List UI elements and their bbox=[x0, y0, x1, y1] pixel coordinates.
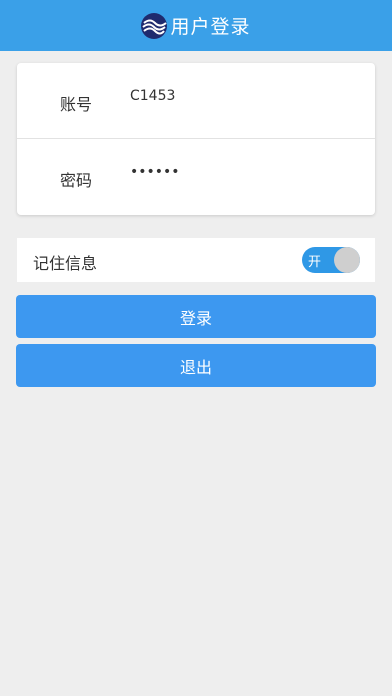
exit-button[interactable]: 退出 bbox=[16, 344, 376, 387]
password-row: 密码 bbox=[17, 139, 375, 214]
wave-logo-icon bbox=[141, 12, 168, 39]
page-title: 用户登录 bbox=[170, 16, 251, 38]
toggle-knob bbox=[334, 247, 360, 273]
title-bar: 用户登录 bbox=[0, 0, 392, 51]
account-row: 账号 bbox=[17, 63, 375, 139]
toggle-on-text: 开 bbox=[308, 255, 322, 270]
remember-info-toggle[interactable]: 开 bbox=[302, 247, 360, 273]
account-input[interactable] bbox=[130, 83, 350, 109]
remember-info-row: 记住信息 开 bbox=[17, 238, 375, 282]
account-label: 账号 bbox=[60, 95, 93, 114]
password-input[interactable] bbox=[130, 159, 350, 185]
login-button[interactable]: 登录 bbox=[16, 295, 376, 338]
login-form-card: 账号 密码 bbox=[17, 63, 375, 215]
password-label: 密码 bbox=[60, 171, 93, 190]
remember-info-label: 记住信息 bbox=[33, 254, 98, 273]
